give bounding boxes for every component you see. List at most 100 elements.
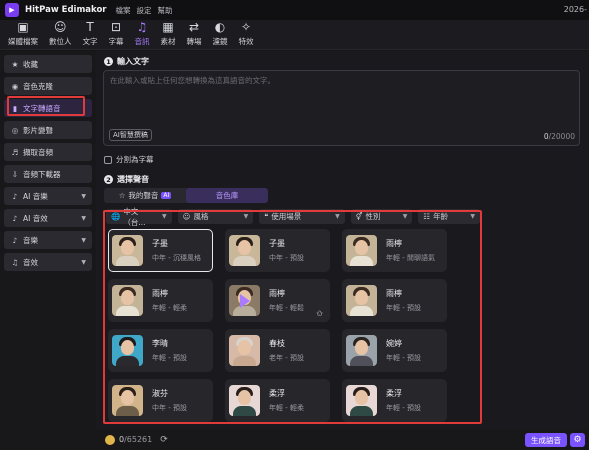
voice-description: 年輕 - 預設 bbox=[386, 354, 421, 362]
voice-name: 子墨 bbox=[269, 239, 285, 248]
voice-card[interactable]: 春枝老年 - 預設 bbox=[225, 329, 330, 372]
avatar-face bbox=[121, 340, 134, 355]
refresh-icon[interactable]: ⟳ bbox=[160, 435, 168, 445]
avatar-body bbox=[116, 356, 139, 366]
avatar-face bbox=[355, 390, 368, 405]
media-file-icon: ▣ bbox=[17, 20, 29, 34]
title-bar: ▶ HitPaw Edimakor 檔案 設定 幫助 2026- bbox=[0, 0, 589, 20]
voice-card[interactable]: 雨檸 年輕 - 預設 bbox=[342, 279, 447, 322]
split-subtitle-option[interactable]: 分割為字幕 bbox=[104, 154, 154, 165]
avatar-face bbox=[355, 290, 368, 305]
sidebar-item-music[interactable]: ♪ 音樂 ▼ bbox=[4, 231, 92, 249]
menu-file[interactable]: 檔案 bbox=[116, 5, 131, 16]
voice-card[interactable]: 李晴 年輕 - 預設 bbox=[108, 329, 213, 372]
toolbar-item-effect[interactable]: ✧ 特效 bbox=[239, 19, 254, 49]
ai-writing-label: AI智慧撰稿 bbox=[113, 131, 148, 139]
chevron-down-icon: ▼ bbox=[81, 192, 86, 200]
voice-description: 老年 - 預設 bbox=[269, 354, 304, 362]
voice-description: 年輕 - 輕柔 bbox=[269, 404, 304, 412]
avatar-face bbox=[238, 240, 251, 255]
voice-name: 雨檸 bbox=[386, 239, 402, 248]
menu-help[interactable]: 幫助 bbox=[158, 5, 173, 16]
sidebar-item-extract-audio[interactable]: ♬ 擷取音頻 bbox=[4, 143, 92, 161]
sticker-icon: ▦ bbox=[162, 20, 174, 34]
voice-info: 雨檸 年輕 - 預設 bbox=[386, 288, 421, 313]
main-toolbar: ▣ 媒體檔案 ☺ 數位人 T 文字 ⊡ 字幕 ♫ 音訊 ▦ 素材 ⇄ 轉場 ◐ 濾鏡 ✧ 特效 bbox=[0, 20, 589, 50]
toolbar-item-label: 文字 bbox=[82, 37, 98, 46]
voice-name: 雨檸 bbox=[269, 289, 285, 298]
menu-bar: 檔案 設定 幫助 bbox=[116, 5, 173, 16]
video-voice-change-icon: ◎ bbox=[11, 125, 19, 135]
split-subtitle-label: 分割為字幕 bbox=[116, 155, 154, 164]
sidebar-item-ai-music[interactable]: ♪ AI 音樂 ▼ bbox=[4, 187, 92, 205]
audio-downloader-icon: ⇩ bbox=[11, 169, 19, 179]
sidebar-item-label: 音樂 bbox=[23, 235, 38, 245]
sidebar-item-ai-sound-effect[interactable]: ♪ AI 音效 ▼ bbox=[4, 209, 92, 227]
toolbar-item-sticker[interactable]: ▦ 素材 bbox=[161, 19, 176, 49]
favorite-star-icon[interactable]: ✩ bbox=[316, 309, 323, 318]
voice-card[interactable]: 柔浮 年輕 - 預設 bbox=[342, 379, 447, 422]
avatar bbox=[346, 385, 377, 416]
tab-my-voice[interactable]: ☆ 我的聲音 AI bbox=[104, 188, 186, 203]
voice-name: 雨檸 bbox=[152, 289, 168, 298]
sidebar-item-video-voice-change[interactable]: ◎ 影片變聲 bbox=[4, 121, 92, 139]
avatar bbox=[229, 285, 260, 316]
sidebar-item-audio-downloader[interactable]: ⇩ 音頻下載器 bbox=[4, 165, 92, 183]
split-subtitle-checkbox[interactable] bbox=[104, 155, 112, 164]
voice-name: 雨檸 bbox=[386, 289, 402, 298]
ai-sound-effect-icon: ♪ bbox=[12, 213, 18, 223]
voice-card[interactable]: 雨檸年輕 - 閒聊語氣 bbox=[342, 229, 447, 272]
generate-speech-label: 生成語音 bbox=[531, 435, 561, 445]
toolbar-item-label: 濾鏡 bbox=[212, 37, 228, 46]
credits-display: 0/65261 bbox=[119, 435, 152, 444]
sidebar-item-sound-effect[interactable]: ♫ 音效 ▼ bbox=[4, 253, 92, 271]
menu-settings[interactable]: 設定 bbox=[137, 5, 152, 16]
voice-info: 春枝老年 - 預設 bbox=[269, 338, 304, 363]
gear-icon[interactable]: ⚙ bbox=[570, 433, 585, 447]
avatar bbox=[112, 235, 143, 266]
toolbar-item-media-file[interactable]: ▣ 媒體檔案 bbox=[8, 19, 38, 49]
sidebar-item-star[interactable]: ★ 收藏 bbox=[4, 55, 92, 73]
voice-clone-icon: ◉ bbox=[11, 81, 19, 91]
toolbar-item-audio-note[interactable]: ♫ 音訊 bbox=[135, 19, 150, 49]
toolbar-item-digital-human[interactable]: ☺ 數位人 bbox=[49, 19, 72, 49]
toolbar-item-text[interactable]: T 文字 bbox=[83, 19, 98, 49]
input-section-header: 1 輸入文字 bbox=[104, 56, 149, 67]
avatar-body bbox=[116, 306, 139, 316]
voice-name: 柔浮 bbox=[269, 389, 285, 398]
avatar-body bbox=[233, 406, 256, 416]
voice-info: 雨檸 年輕 - 輕柔 bbox=[152, 288, 187, 313]
voice-name: 子墨 bbox=[152, 239, 168, 248]
avatar-body bbox=[233, 256, 256, 266]
generate-speech-button[interactable]: 生成語音 bbox=[525, 433, 567, 447]
voice-card[interactable]: 子墨 中年 - 預設 bbox=[225, 229, 330, 272]
voice-card[interactable]: 雨檸 年輕 - 輕柔 bbox=[108, 279, 213, 322]
avatar bbox=[112, 385, 143, 416]
toolbar-item-subtitle[interactable]: ⊡ 字幕 bbox=[109, 19, 124, 49]
voice-card[interactable]: 子墨 中年 - 沉穩風格 bbox=[108, 229, 213, 272]
tab-voice-library[interactable]: 音色庫 bbox=[186, 188, 268, 203]
voice-card[interactable]: 淑芬 中年 - 預設 bbox=[108, 379, 213, 422]
avatar-body bbox=[350, 306, 373, 316]
music-icon: ♪ bbox=[12, 235, 18, 245]
voice-card[interactable]: 柔浮年輕 - 輕柔 bbox=[225, 379, 330, 422]
sidebar-item-voice-clone[interactable]: ◉ 音色克隆 bbox=[4, 77, 92, 95]
toolbar-item-transition[interactable]: ⇄ 轉場 bbox=[187, 19, 202, 49]
voice-name: 春枝 bbox=[269, 339, 285, 348]
text-icon: T bbox=[86, 20, 94, 34]
sidebar-item-label: 收藏 bbox=[23, 59, 38, 69]
audio-note-icon: ♫ bbox=[136, 20, 148, 34]
avatar bbox=[229, 335, 260, 366]
text-input-area[interactable]: 在此輸入或貼上任何您想轉換為這真語音的文字。 AI智慧撰稿 0/20000 bbox=[103, 70, 580, 146]
voice-card[interactable]: 婉婷 年輕 - 預設 bbox=[342, 329, 447, 372]
sound-effect-icon: ♫ bbox=[11, 257, 19, 267]
toolbar-item-filter[interactable]: ◐ 濾鏡 bbox=[213, 19, 228, 49]
sidebar-item-label: AI 音效 bbox=[23, 213, 48, 223]
ai-writing-button[interactable]: AI智慧撰稿 bbox=[109, 129, 152, 141]
voice-description: 年輕 - 預設 bbox=[386, 404, 421, 412]
voice-card[interactable]: 雨檸 年輕 - 輕鬆 ✩ bbox=[225, 279, 330, 322]
sidebar-item-label: 影片變聲 bbox=[23, 125, 53, 135]
sidebar-item-label: AI 音樂 bbox=[23, 191, 48, 201]
voice-description: 年輕 - 閒聊語氣 bbox=[386, 254, 435, 262]
chevron-down-icon: ▼ bbox=[81, 258, 86, 266]
